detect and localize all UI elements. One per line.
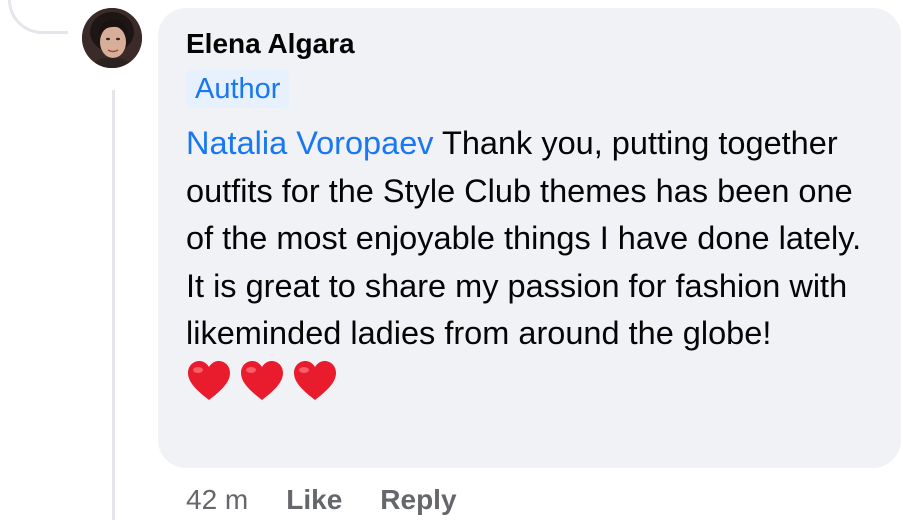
thread-connector-line xyxy=(112,90,115,520)
heart-emoji-row xyxy=(186,360,886,408)
author-badge: Author xyxy=(186,70,290,108)
thread-connector-curve xyxy=(8,0,68,34)
reply-button[interactable]: Reply xyxy=(380,484,456,516)
comment-author-name[interactable]: Elena Algara xyxy=(186,28,355,60)
red-heart-icon xyxy=(292,360,338,402)
avatar[interactable] xyxy=(82,8,142,68)
comment-text: Natalia Voropaev Thank you, putting toge… xyxy=(186,120,886,408)
avatar-portrait-icon xyxy=(82,8,142,68)
red-heart-icon xyxy=(239,360,285,402)
like-button[interactable]: Like xyxy=(286,484,342,516)
red-heart-icon xyxy=(186,360,232,402)
comment-timestamp[interactable]: 42 m xyxy=(186,484,248,516)
mention-link[interactable]: Natalia Voropaev xyxy=(186,125,434,161)
comment-actions: 42 m Like Reply xyxy=(186,480,457,520)
